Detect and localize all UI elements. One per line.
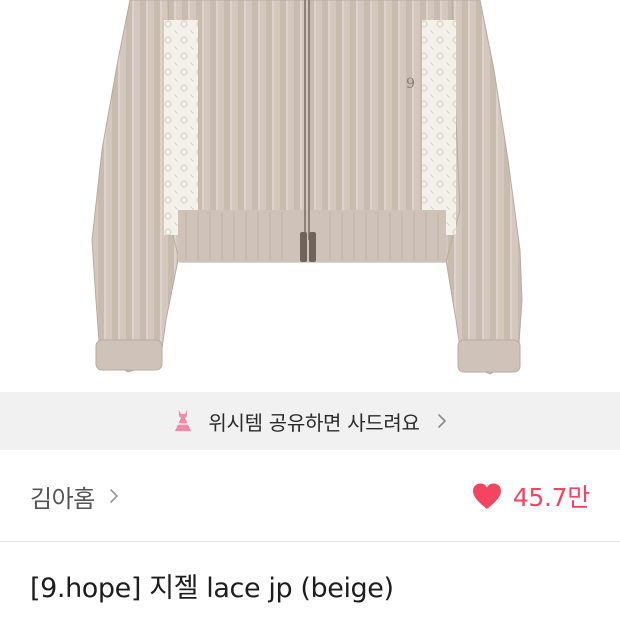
like-count: 45.7만 — [512, 483, 590, 512]
wish-share-banner-text: 위시템 공유하면 사드려요 — [208, 410, 420, 435]
heart-icon — [472, 483, 501, 509]
dress-icon — [175, 410, 192, 431]
svg-text:9: 9 — [406, 76, 415, 92]
product-title: [9.hope] 지젤 lace jp (beige) — [30, 573, 394, 604]
seller-name: 김아홈 — [30, 484, 95, 513]
wish-share-banner[interactable]: 위시템 공유하면 사드려요 — [0, 392, 620, 450]
product-photo: 9 — [91, 0, 523, 375]
chevron-right-icon — [437, 414, 446, 428]
seller-link[interactable]: 김아홈 — [30, 479, 119, 514]
chevron-right-icon — [109, 489, 118, 503]
product-image[interactable]: 9 — [0, 0, 620, 392]
seller-row: 김아홈 45.7만 — [0, 450, 620, 542]
divider — [0, 541, 620, 542]
like-button[interactable]: 45.7만 — [471, 478, 590, 514]
